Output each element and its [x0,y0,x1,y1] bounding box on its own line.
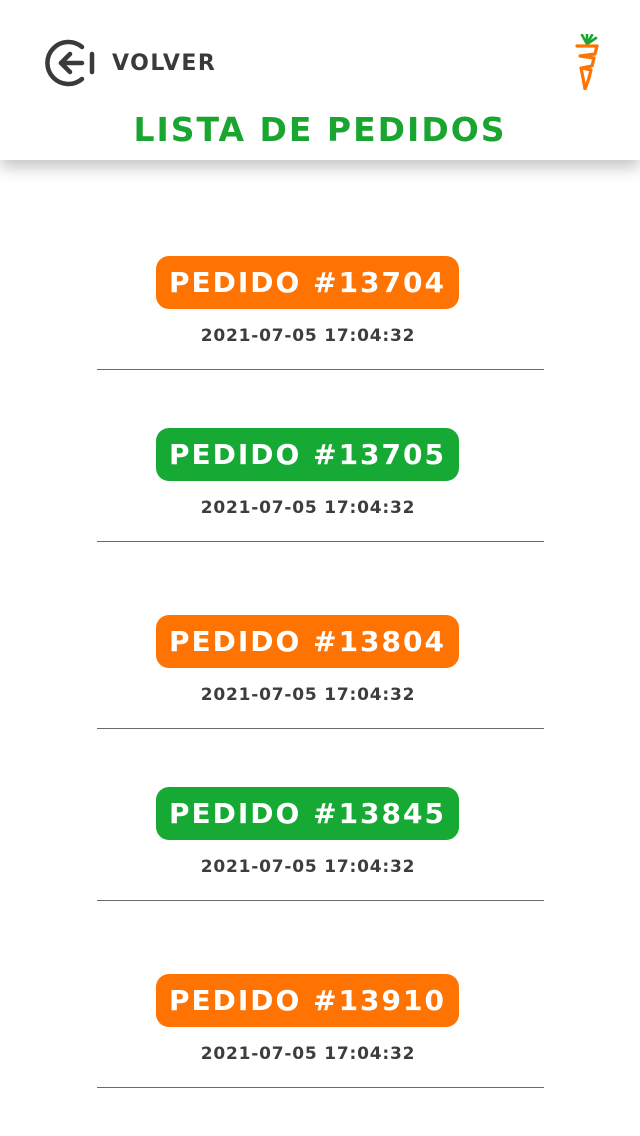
order-date: 2021-07-05 17:04:32 [200,326,416,346]
orders-list: PEDIDO #13704 2021-07-05 17:04:32 PEDIDO… [0,0,640,1136]
order-item: PEDIDO #13705 2021-07-05 17:04:32 [97,428,544,542]
page-title: LISTA DE PEDIDOS [133,110,507,149]
order-item: PEDIDO #13910 2021-07-05 17:04:32 [97,974,544,1088]
order-button[interactable]: PEDIDO #13910 [156,974,459,1027]
order-date: 2021-07-05 17:04:32 [200,685,416,705]
back-button[interactable]: VOLVER [44,37,216,89]
order-date: 2021-07-05 17:04:32 [200,498,416,518]
order-button[interactable]: PEDIDO #13804 [156,615,459,668]
order-item: PEDIDO #13845 2021-07-05 17:04:32 [97,787,544,901]
app-header: VOLVER LISTA DE PEDIDOS [0,0,640,160]
back-label: VOLVER [112,50,217,76]
order-item: PEDIDO #13704 2021-07-05 17:04:32 [97,256,544,370]
back-arrow-circle-icon [45,39,95,87]
order-button[interactable]: PEDIDO #13704 [156,256,459,309]
order-item: PEDIDO #13804 2021-07-05 17:04:32 [97,615,544,729]
carrot-logo-icon [575,34,599,90]
order-button[interactable]: PEDIDO #13845 [156,787,459,840]
order-date: 2021-07-05 17:04:32 [200,1044,416,1064]
order-date: 2021-07-05 17:04:32 [200,857,416,877]
order-button[interactable]: PEDIDO #13705 [156,428,459,481]
